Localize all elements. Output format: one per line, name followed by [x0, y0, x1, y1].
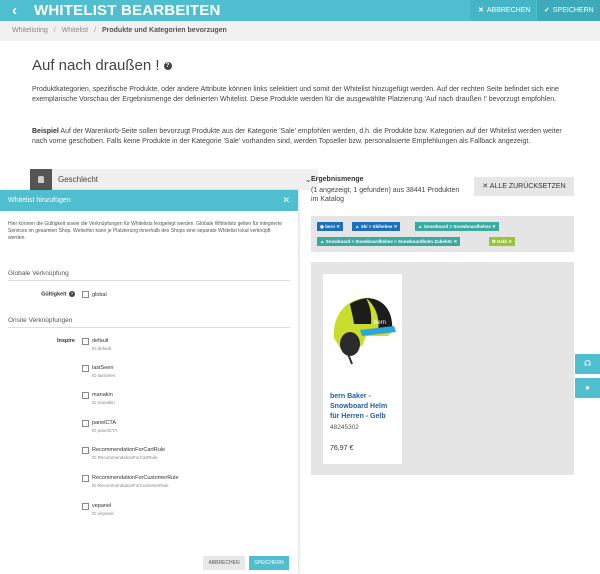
svg-text:bern: bern [374, 320, 386, 326]
reset-all-button[interactable]: ✕ ALLE ZURÜCKSETZEN [474, 177, 574, 196]
option-id: ID lastSeen [92, 373, 116, 378]
checkbox-global[interactable] [82, 291, 89, 298]
section-title-global: Globale Verknüpfung [8, 270, 69, 277]
checkbox-default[interactable] [82, 338, 89, 345]
divider [8, 280, 290, 281]
option-id: ID panelCTA [92, 428, 118, 433]
filter-tag[interactable]: ✱ Gelb ✕ [489, 237, 516, 246]
whitelist-add-modal: Whitelist hinzufügen ✕ Hier können die G… [0, 190, 298, 574]
help-icon[interactable]: ? [69, 291, 75, 297]
inspire-label: Inspire [56, 338, 75, 344]
chat-icon[interactable]: ● [575, 378, 600, 398]
breadcrumb-separator: / [94, 27, 97, 34]
divider [8, 327, 290, 328]
breadcrumb-item-whitelist[interactable]: Whitelist [62, 27, 88, 34]
validity-label: Gültigkeit ? [41, 291, 75, 298]
option-label: panelCTA [92, 420, 117, 426]
checkbox-global-label: global [92, 292, 107, 298]
results-title: Ergebnismenge [311, 176, 364, 183]
filter-tag[interactable]: ▲ Ski > Skihelme ✕ [352, 222, 401, 231]
checkbox-lastseen[interactable] [82, 365, 89, 372]
option-id: ID manakin [92, 400, 115, 405]
filter-tag[interactable]: ▲ Snowboard > Snowboardhelme ✕ [415, 222, 499, 231]
breadcrumb: Whitelisting / Whitelist / Produkte und … [0, 21, 600, 41]
option-label: default [92, 338, 109, 344]
modal-description: Hier können die Gültigkeit sowie die Ver… [8, 221, 283, 241]
modal-title: Whitelist hinzufügen [8, 197, 71, 204]
checkbox-recommendationforcustomerrule[interactable] [82, 475, 89, 482]
option-id: ID vepanel [92, 511, 114, 516]
breadcrumb-separator: / [53, 27, 56, 34]
page-header-title: WHITELIST BEARBEITEN [34, 2, 221, 19]
product-name[interactable]: bern Baker - Snowboard Helm für Herren -… [330, 392, 398, 422]
checkbox-manakin[interactable] [82, 392, 89, 399]
option-id: ID RecommendationForCartRule [92, 455, 158, 460]
product-image-helmet: bern [333, 298, 396, 365]
option-id: ID RecommendationForCustomerRule [92, 483, 169, 488]
modal-header: Whitelist hinzufügen ✕ [0, 190, 298, 211]
option-label: vepanel [92, 503, 112, 509]
page-title: Auf nach draußen !? [32, 57, 172, 74]
accordion-geschlecht[interactable]: Geschlecht ⌄ [30, 169, 318, 190]
check-icon: ✓ [544, 7, 550, 14]
page-example: Beispiel Auf der Warenkorb-Seite sollen … [32, 128, 562, 145]
breadcrumb-item-whitelisting[interactable]: Whitelisting [12, 27, 48, 34]
top-header: ‹ WHITELIST BEARBEITEN ✕ ABBRECHEN ✓ SPEIC… [0, 0, 600, 21]
header-cancel-button[interactable]: ✕ ABBRECHEN [470, 0, 536, 21]
product-id: 48245302 [330, 424, 359, 431]
page-description: Produktkategorien, spezifische Produkte,… [32, 86, 559, 103]
modal-save-button[interactable]: SPEICHERN [249, 556, 289, 570]
section-title-onsite: Onsite Verknüpfungen [8, 317, 73, 324]
option-label: RecommendationForCartRule [92, 447, 166, 453]
filter-tag[interactable]: ◉ bern ✕ [317, 222, 343, 231]
active-filters: ◉ bern ✕ ▲ Ski > Skihelme ✕ ▲ Snowboard … [311, 216, 574, 252]
checkbox-recommendationforcartrule[interactable] [82, 447, 89, 454]
back-icon[interactable]: ‹ [12, 1, 17, 20]
close-icon[interactable]: ✕ [282, 190, 290, 211]
option-label: lastSeen [92, 365, 114, 371]
results-count: (1 angezeigt, 1 gefunden) aus 38441 Prod… [311, 187, 460, 203]
close-icon: ✕ [478, 7, 484, 14]
breadcrumb-item-current: Produkte und Kategorien bevorzugen [101, 27, 227, 34]
modal-cancel-button[interactable]: ABBRECHEN [203, 556, 245, 570]
user-icon [30, 169, 52, 190]
header-save-button[interactable]: ✓ SPEICHERN [537, 0, 600, 21]
checkbox-panelcta[interactable] [82, 420, 89, 427]
option-id: ID default [92, 346, 112, 351]
filter-tag[interactable]: ▲ Snowboard > Snowboardhelme > Snowboard… [317, 237, 461, 246]
product-price: 76,97 € [330, 445, 354, 452]
product-card[interactable]: bern bern Baker - Snowboard Helm für Her… [323, 274, 402, 464]
help-icon[interactable]: ? [163, 62, 172, 71]
close-icon: ✕ [482, 183, 490, 190]
checkbox-vepanel[interactable] [82, 503, 89, 510]
accordion-label: Geschlecht [58, 175, 99, 184]
option-label: manakin [92, 392, 113, 398]
headset-icon[interactable]: ☊ [575, 354, 600, 374]
option-label: RecommendationForCustomerRule [92, 475, 179, 481]
